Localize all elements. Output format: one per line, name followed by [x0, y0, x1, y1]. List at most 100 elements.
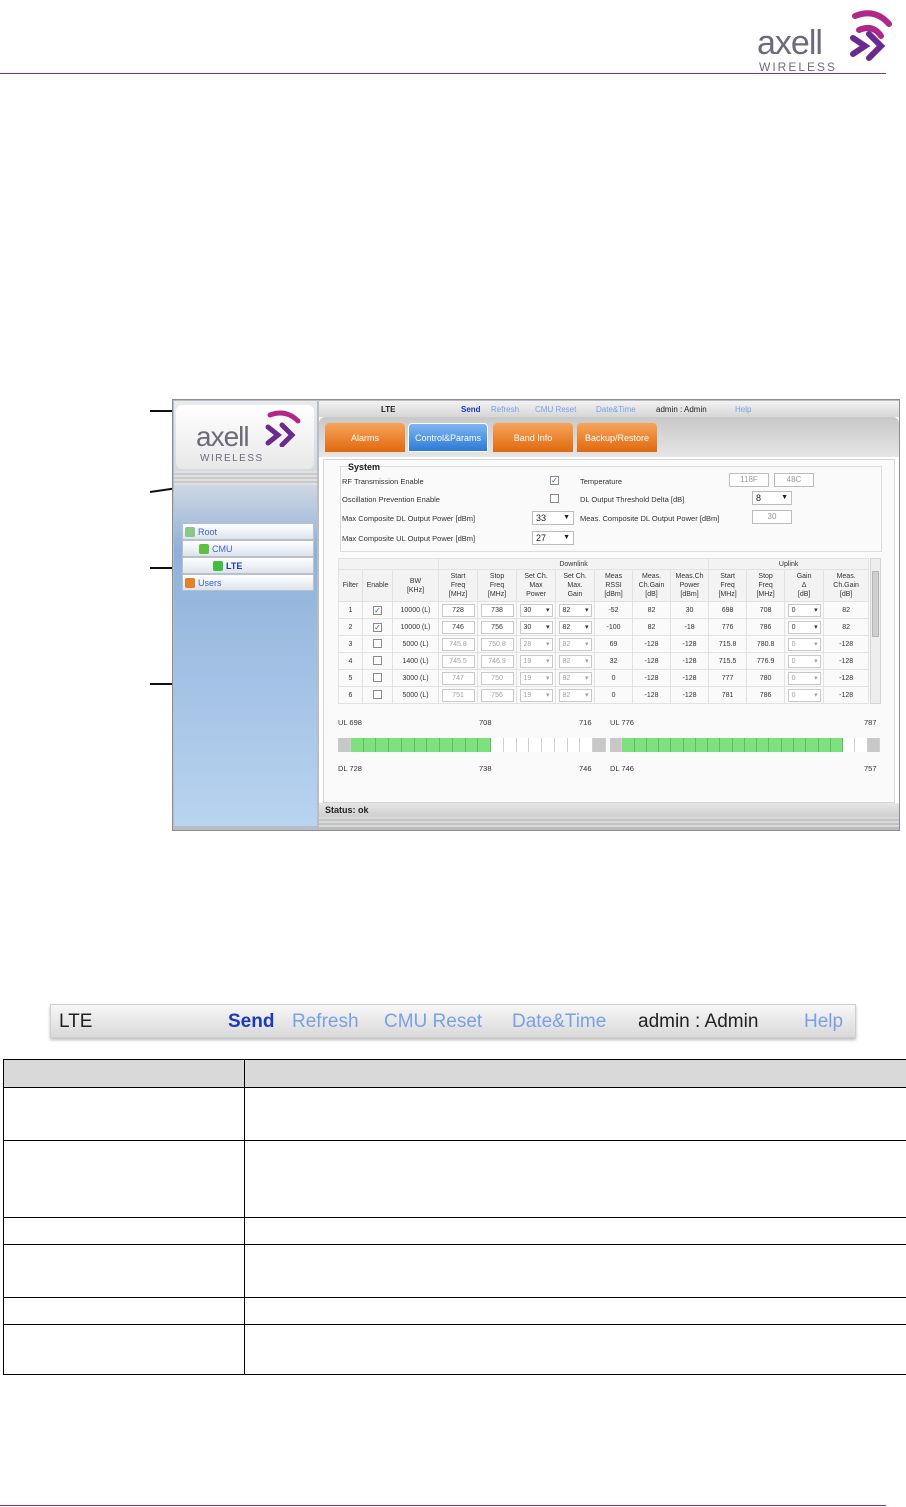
send-link[interactable]: Send: [461, 405, 481, 414]
dl-stop-h2: Freq: [489, 582, 505, 589]
rf-enable-label: RF Transmission Enable: [342, 477, 424, 486]
dl-stop-input[interactable]: 746.9: [480, 654, 514, 668]
dl-start-input[interactable]: 746: [441, 620, 475, 634]
control-params-content: System RF Transmission Enable ✓ Oscillat…: [323, 459, 895, 803]
device-tree: Root CMU LTE Users: [182, 523, 314, 591]
spectrum-segment: [744, 738, 758, 752]
max-dl-select[interactable]: 33 ▼: [532, 511, 574, 525]
table-cell: 780.8: [746, 635, 786, 653]
dl-stop-input[interactable]: 756: [480, 620, 514, 634]
tab-backup-restore[interactable]: Backup/Restore: [577, 423, 657, 452]
refresh-link[interactable]: Refresh: [491, 405, 519, 414]
table-row: 1 ✓ 10000 (L) 728 738 30 82 -52 82 30 698 708 0 82: [338, 601, 870, 619]
temperature-c: 48C: [774, 473, 814, 487]
dl-chgain-h1: Meas.: [641, 573, 662, 580]
dl-power-select[interactable]: 28: [519, 637, 553, 651]
zoom-cmu-reset-link[interactable]: CMU Reset: [384, 1011, 482, 1033]
ul-start-cell: 698: [721, 606, 734, 614]
enable-checkbox[interactable]: [373, 689, 382, 699]
panel-logo: axell WIRELESS: [176, 405, 314, 469]
tree-item-cmu[interactable]: CMU: [182, 540, 314, 557]
table-cell: -52: [594, 601, 634, 619]
date-time-link[interactable]: Date&Time: [596, 405, 636, 414]
enable-checkbox[interactable]: [373, 638, 382, 648]
spectrum-segment: [855, 738, 868, 752]
enable-checkbox[interactable]: [373, 672, 382, 682]
dl-power-select[interactable]: 30: [519, 603, 553, 617]
zoom-date-time-link[interactable]: Date&Time: [512, 1011, 606, 1033]
desc-cell: [3, 1087, 245, 1141]
spectrum-segment: [683, 738, 696, 752]
desc-cell: [3, 1217, 245, 1245]
dl-start-input[interactable]: 745.8: [441, 637, 475, 651]
dl-gain-select[interactable]: 82: [558, 671, 592, 685]
ul-gain-delta-select[interactable]: 0: [787, 654, 821, 668]
ul-gain-delta-select[interactable]: 0: [787, 637, 821, 651]
filter-cell: 4: [348, 657, 353, 665]
table-cell: 82: [632, 601, 672, 619]
system-title: System: [348, 462, 381, 472]
meas-dl-label: Meas. Composite DL Output Power [dBm]: [580, 514, 720, 523]
dl-gain-select[interactable]: 82: [558, 654, 592, 668]
table-cell: [362, 686, 393, 704]
dl-start-input[interactable]: 728: [441, 603, 475, 617]
help-link[interactable]: Help: [735, 405, 751, 414]
dl-threshold-select[interactable]: 8 ▼: [752, 491, 792, 505]
dl-chgain-header: Meas. Ch.Gain [dB]: [632, 569, 672, 602]
dl-power-select[interactable]: 19: [519, 654, 553, 668]
toolbar-title: LTE: [381, 405, 396, 414]
tree-item-lte[interactable]: LTE: [182, 557, 314, 574]
table-cell: 82: [555, 669, 596, 687]
ul-gain-delta-select[interactable]: 0: [787, 671, 821, 685]
dl-start-input[interactable]: 745.5: [441, 654, 475, 668]
ul-gain-delta-select[interactable]: 0: [787, 603, 821, 617]
dl-stop-input[interactable]: 750.8: [480, 637, 514, 651]
dl-chpower-h2: Power: [679, 582, 700, 589]
dl-stop-input[interactable]: 756: [480, 688, 514, 702]
bw-header-2: [KHz]: [406, 586, 425, 594]
table-scrollbar[interactable]: [870, 558, 881, 704]
temperature-label: Temperature: [580, 477, 623, 486]
dl-power-select[interactable]: 30: [519, 620, 553, 634]
table-cell: 5: [338, 669, 363, 687]
tree-item-users[interactable]: Users: [182, 574, 314, 591]
rf-enable-checkbox[interactable]: ✓: [550, 476, 559, 485]
dl-gain-select[interactable]: 82: [558, 688, 592, 702]
tab-alarms[interactable]: Alarms: [325, 423, 405, 452]
zoom-send-link[interactable]: Send: [228, 1011, 274, 1033]
dl-stop-input[interactable]: 750: [480, 671, 514, 685]
dl-gain-select[interactable]: 82: [558, 620, 592, 634]
dl-start-input[interactable]: 751: [441, 688, 475, 702]
zoom-refresh-link[interactable]: Refresh: [292, 1011, 359, 1033]
filter-cell: 5: [348, 674, 353, 682]
dl-chgain-h3: [dB]: [645, 591, 658, 598]
table-cell: 0: [784, 652, 825, 670]
filter-table: Downlink Uplink Filter Enable BW [KHz] St…: [337, 558, 870, 704]
scrollbar-thumb[interactable]: [872, 571, 879, 637]
cmu-reset-link[interactable]: CMU Reset: [535, 405, 576, 414]
enable-checkbox[interactable]: ✓: [373, 622, 382, 632]
dl-start-input[interactable]: 747: [441, 671, 475, 685]
spec-left-dl-mid: 738: [479, 764, 492, 773]
table-cell: 30: [670, 601, 710, 619]
tree-item-root[interactable]: Root: [182, 523, 314, 540]
dl-gain-select[interactable]: 82: [558, 603, 592, 617]
table-cell: 708: [746, 601, 786, 619]
tab-control-params[interactable]: Control&Params: [408, 423, 488, 452]
dl-gain-select[interactable]: 82: [558, 637, 592, 651]
ul-gain-delta-select[interactable]: 0: [787, 688, 821, 702]
osc-checkbox[interactable]: [550, 494, 559, 503]
ul-gain-delta-select[interactable]: 0: [787, 620, 821, 634]
tab-band-info[interactable]: Band Info: [493, 423, 573, 452]
zoom-help-link[interactable]: Help: [804, 1011, 843, 1033]
dl-power-select[interactable]: 19: [519, 688, 553, 702]
dl-rssi-h1: Meas: [604, 573, 623, 580]
enable-checkbox[interactable]: ✓: [373, 605, 382, 615]
dl-power-select[interactable]: 19: [519, 671, 553, 685]
dl-stop-input[interactable]: 738: [480, 603, 514, 617]
ul-start-cell: 715.5: [718, 657, 737, 665]
spectrum-segment: [659, 738, 672, 752]
table-cell: -128: [823, 686, 870, 704]
max-ul-select[interactable]: 27 ▼: [532, 531, 574, 545]
enable-checkbox[interactable]: [373, 655, 382, 665]
